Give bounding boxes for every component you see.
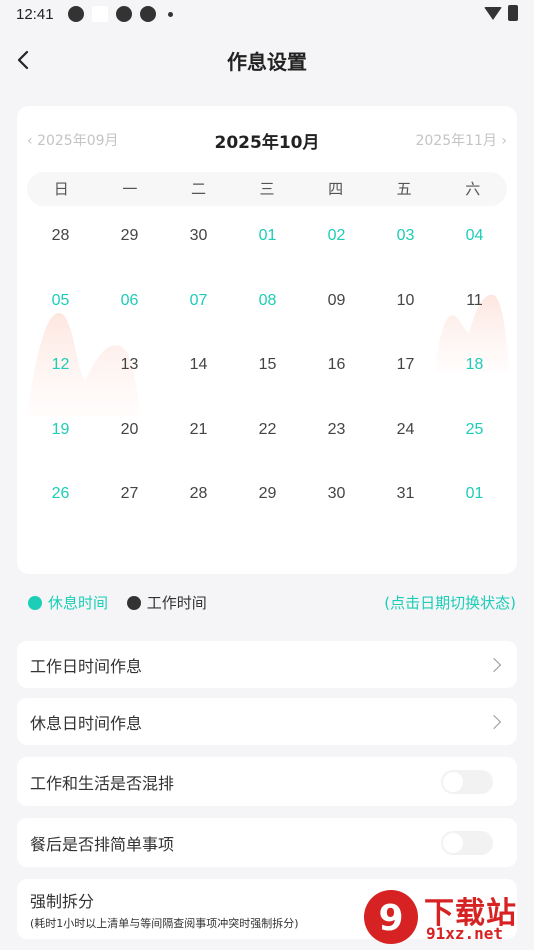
next-month-button[interactable]: 2025年11月 ›: [415, 130, 507, 150]
calendar-day-rest[interactable]: 01: [440, 464, 509, 529]
after-meal-toggle[interactable]: [441, 830, 493, 855]
weekday-label: 四: [328, 180, 344, 198]
mix-work-life-row: 工作和生活是否混排: [17, 757, 517, 806]
calendar-day-work[interactable]: 16: [302, 335, 371, 400]
legend-work: 工作时间: [126, 592, 207, 613]
next-month-label: 2025年11月: [415, 133, 497, 149]
calendar-day-work[interactable]: 17: [371, 335, 440, 400]
calendar-day-rest[interactable]: 25: [440, 400, 509, 465]
page-title: 作息设置: [227, 50, 307, 74]
calendar-day-rest[interactable]: 07: [164, 271, 233, 336]
weekday-label: 一: [122, 180, 138, 198]
calendar-day-work[interactable]: 29: [233, 464, 302, 529]
watermark-logo: 9 下载站 91xz.net: [362, 888, 532, 946]
chevron-right-icon: [486, 657, 502, 672]
calendar-day-rest[interactable]: 08: [233, 271, 302, 336]
calendar-day-work[interactable]: 29: [95, 206, 164, 271]
calendar-day-rest[interactable]: 01: [233, 206, 302, 271]
notification-icon: [115, 6, 132, 22]
status-time: 12:41: [16, 5, 54, 23]
calendar-week-row: 05 06 07 08 09 10 11: [26, 271, 509, 336]
weekday-header: 日一二三四五六: [27, 172, 507, 206]
calendar-day-rest[interactable]: 04: [440, 206, 509, 271]
restday-schedule-label: 休息日时间作息: [30, 713, 143, 733]
calendar-card: ‹ 2025年09月 2025年10月 2025年11月 › 日 一 二 三 四 五 六 2…: [17, 106, 517, 574]
force-split-label: 强制拆分: [30, 891, 95, 911]
calendar-day-rest[interactable]: 02: [302, 206, 371, 271]
legend-rest-label: 休息时间: [48, 594, 109, 612]
battery-icon: [508, 5, 518, 21]
calendar-day-rest[interactable]: 19: [26, 400, 95, 465]
legend-work-label: 工作时间: [146, 594, 207, 612]
mix-work-life-toggle[interactable]: [441, 769, 493, 794]
restday-schedule-row[interactable]: 休息日时间作息: [17, 698, 517, 745]
calendar-day-work[interactable]: 31: [371, 464, 440, 529]
chevron-right-icon: [486, 714, 502, 729]
calendar-day-work[interactable]: 13: [95, 335, 164, 400]
calendar-day-work[interactable]: 15: [233, 335, 302, 400]
calendar-day-rest[interactable]: 06: [95, 271, 164, 336]
weekday-label: 六: [465, 180, 481, 198]
calendar-day-work[interactable]: 28: [26, 206, 95, 271]
legend: 休息时间 工作时间 (点击日期切换状态): [28, 592, 516, 614]
after-meal-label: 餐后是否排简单事项: [30, 834, 175, 854]
calendar-day-rest[interactable]: 12: [26, 335, 95, 400]
calendar-days-grid: 28 29 30 01 02 03 04 05 06 07 08 09 10 11 12 13 14 15 16 17…: [26, 206, 509, 529]
calendar-day-rest[interactable]: 18: [440, 335, 509, 400]
weekday-label: 五: [396, 180, 412, 198]
work-dot-icon: [126, 595, 141, 610]
workday-schedule-row[interactable]: 工作日时间作息: [17, 641, 517, 688]
status-bar: 12:41: [0, 0, 534, 28]
wifi-icon: [484, 6, 502, 20]
legend-rest: 休息时间: [28, 592, 108, 613]
calendar-day-work[interactable]: 14: [164, 335, 233, 400]
calendar-day-work[interactable]: 20: [95, 400, 164, 465]
force-split-description: (耗时1小时以上清单与等间隔查阅事项冲突时强制拆分): [30, 916, 299, 930]
after-meal-row: 餐后是否排简单事项: [17, 818, 517, 867]
calendar-day-rest[interactable]: 03: [371, 206, 440, 271]
month-navigation: ‹ 2025年09月 2025年10月 2025年11月 ›: [17, 128, 517, 153]
mix-work-life-label: 工作和生活是否混排: [30, 773, 175, 793]
calendar-week-row: 12 13 14 15 16 17 18: [26, 335, 509, 400]
calendar-week-row: 28 29 30 01 02 03 04: [26, 206, 509, 271]
rest-dot-icon: [28, 595, 42, 610]
calendar-day-work[interactable]: 23: [302, 400, 371, 465]
notification-icon: [91, 6, 108, 22]
calendar-day-work[interactable]: 10: [371, 271, 440, 336]
calendar-day-rest[interactable]: 05: [26, 271, 95, 336]
calendar-day-work[interactable]: 24: [371, 400, 440, 465]
watermark-mark-text: 9: [378, 898, 403, 939]
watermark-mark-icon: 9: [364, 890, 418, 944]
workday-schedule-label: 工作日时间作息: [30, 656, 143, 676]
calendar-day-rest[interactable]: 26: [26, 464, 95, 529]
calendar-day-work[interactable]: 30: [302, 464, 371, 529]
calendar-day-work[interactable]: 09: [302, 271, 371, 336]
calendar-day-work[interactable]: 27: [95, 464, 164, 529]
more-notifications-icon: [167, 11, 173, 17]
weekday-label: 三: [259, 180, 275, 198]
weekday-label: 日: [53, 180, 69, 198]
calendar-day-work[interactable]: 21: [164, 400, 233, 465]
calendar-week-row: 26 27 28 29 30 31 01: [26, 464, 509, 529]
calendar-day-work[interactable]: 28: [164, 464, 233, 529]
header: 作息设置: [0, 38, 534, 82]
calendar-week-row: 19 20 21 22 23 24 25: [26, 400, 509, 465]
calendar-day-work[interactable]: 30: [164, 206, 233, 271]
notification-icon: [139, 6, 156, 22]
notification-icon: [67, 6, 84, 22]
calendar-day-work[interactable]: 11: [440, 271, 509, 336]
weekday-label: 二: [190, 180, 206, 198]
legend-hint: (点击日期切换状态): [384, 594, 516, 612]
watermark-url: 91xz.net: [426, 924, 504, 943]
calendar-day-work[interactable]: 22: [233, 400, 302, 465]
